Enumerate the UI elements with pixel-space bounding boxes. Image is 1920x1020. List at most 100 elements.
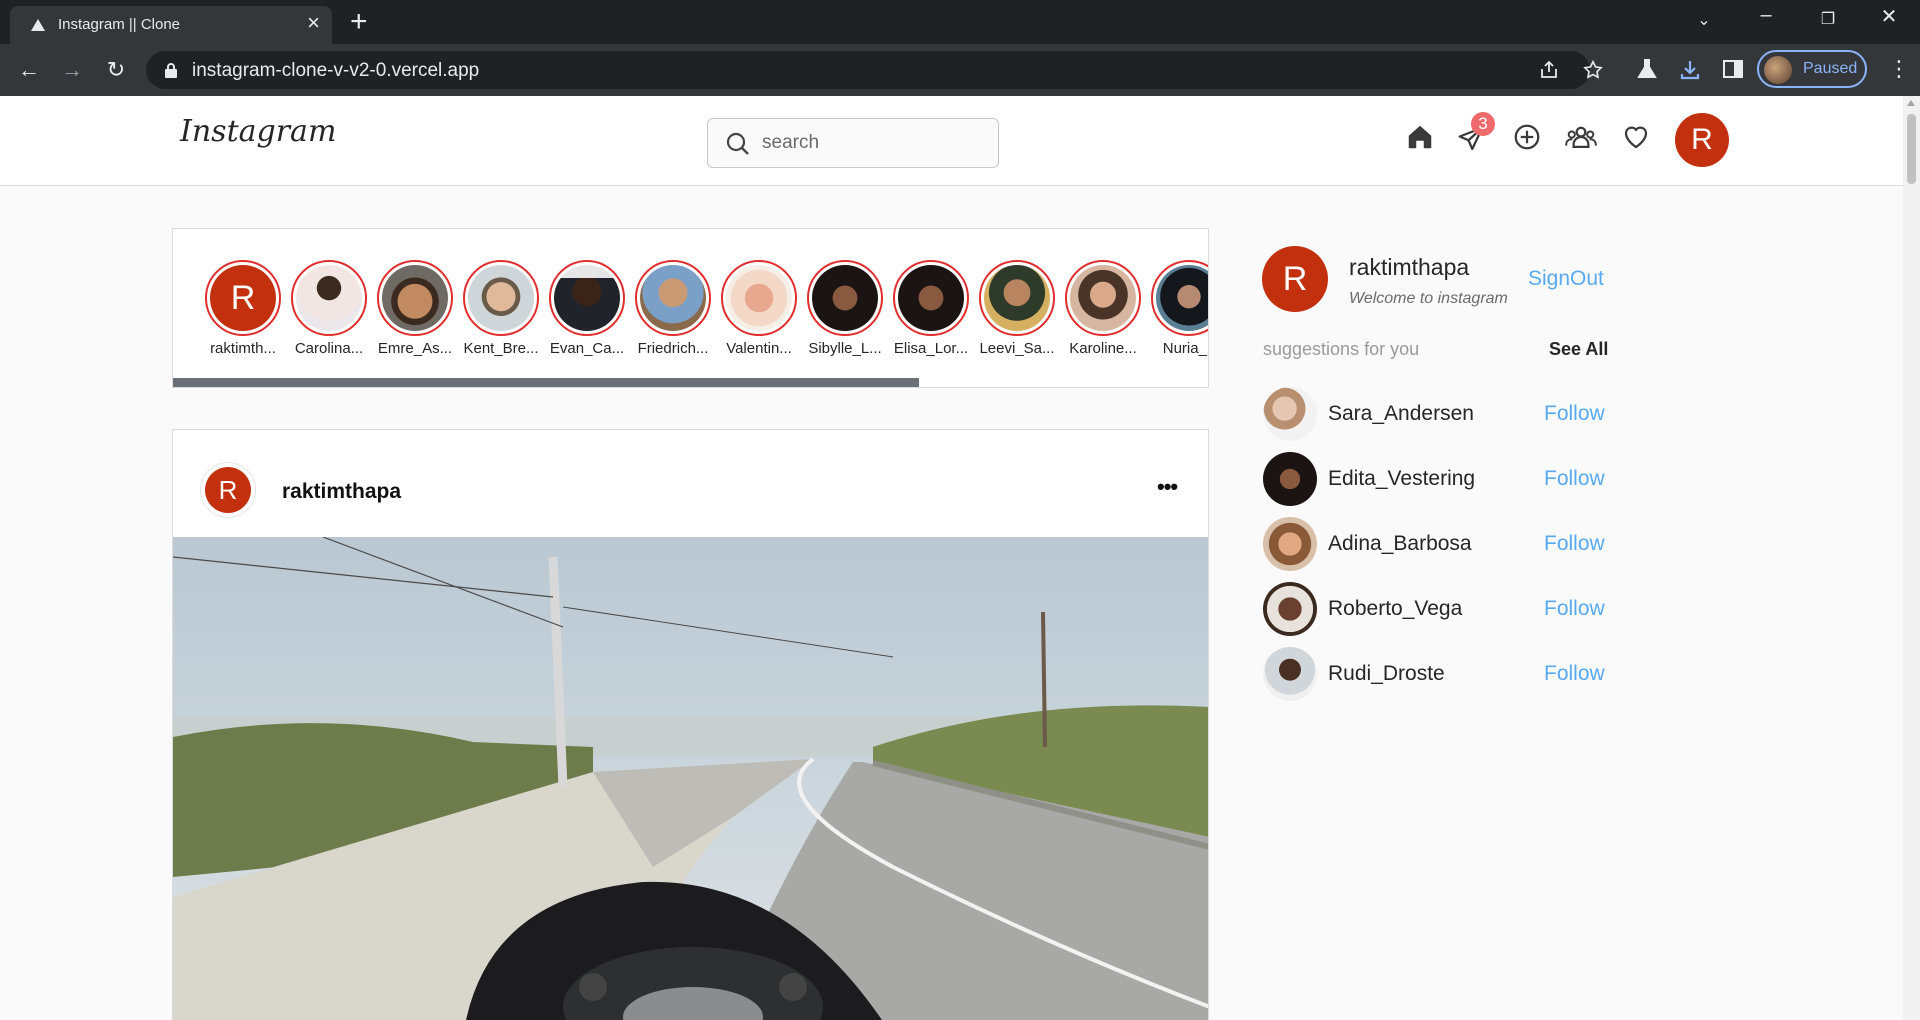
- share-icon[interactable]: [1538, 59, 1560, 81]
- see-all-button[interactable]: See All: [1549, 339, 1608, 360]
- search-placeholder: search: [762, 132, 820, 153]
- search-icon: [726, 132, 749, 155]
- profile-status: Paused: [1803, 60, 1858, 77]
- sidebar-username[interactable]: raktimthapa: [1349, 254, 1469, 281]
- story-name: Elisa_Lor...: [893, 340, 969, 357]
- site-header: Instagram search 3 R: [0, 96, 1903, 186]
- address-bar[interactable]: instagram-clone-v-v2-0.vercel.app: [146, 51, 1603, 89]
- suggestion-item: Sara_Andersen Follow: [1263, 387, 1613, 445]
- story-avatar: [1156, 265, 1208, 331]
- follow-button[interactable]: Follow: [1544, 597, 1605, 621]
- reload-icon[interactable]: ↻: [100, 56, 132, 84]
- story-ring: [463, 260, 539, 336]
- people-icon[interactable]: [1565, 122, 1597, 152]
- follow-button[interactable]: Follow: [1544, 402, 1605, 426]
- follow-button[interactable]: Follow: [1544, 662, 1605, 686]
- search-input[interactable]: search: [707, 118, 999, 168]
- suggestion-avatar[interactable]: [1263, 647, 1317, 701]
- suggestion-item: Adina_Barbosa Follow: [1263, 517, 1613, 575]
- story-ring: [549, 260, 625, 336]
- header-avatar[interactable]: R: [1675, 113, 1729, 167]
- story-avatar: R: [210, 265, 276, 331]
- story-ring: R: [205, 260, 281, 336]
- post-avatar-letter: R: [205, 467, 251, 513]
- story-avatar: [296, 265, 362, 331]
- minimize-icon[interactable]: –: [1743, 4, 1789, 27]
- window-close-icon[interactable]: ✕: [1866, 4, 1912, 29]
- tab-close-icon[interactable]: ×: [307, 12, 320, 34]
- post-avatar[interactable]: R: [200, 462, 256, 518]
- story-ring: [893, 260, 969, 336]
- story-avatar: [726, 265, 792, 331]
- post-username[interactable]: raktimthapa: [282, 480, 401, 504]
- back-icon[interactable]: ←: [13, 56, 45, 84]
- sidebar-avatar[interactable]: R: [1262, 246, 1328, 312]
- story-name: Sibylle_L...: [808, 340, 882, 357]
- suggestion-name[interactable]: Adina_Barbosa: [1328, 532, 1472, 556]
- follow-button[interactable]: Follow: [1544, 467, 1605, 491]
- story-name: Evan_Ca...: [549, 340, 625, 357]
- story-name: Valentin...: [726, 340, 792, 357]
- suggestion-item: Rudi_Droste Follow: [1263, 647, 1613, 705]
- browser-tab[interactable]: Instagram || Clone ×: [10, 6, 332, 44]
- story-ring: [291, 260, 367, 336]
- story-avatar: [898, 265, 964, 331]
- restore-icon[interactable]: ❐: [1805, 9, 1851, 29]
- suggestion-name[interactable]: Rudi_Droste: [1328, 662, 1445, 686]
- suggestion-name[interactable]: Sara_Andersen: [1328, 402, 1474, 426]
- story-avatar: [554, 265, 620, 331]
- story-avatar: [812, 265, 878, 331]
- suggestion-name[interactable]: Roberto_Vega: [1328, 597, 1462, 621]
- follow-button[interactable]: Follow: [1544, 532, 1605, 556]
- new-tab-icon[interactable]: +: [350, 5, 368, 39]
- browser-menu-icon[interactable]: ⋮: [1888, 58, 1910, 80]
- story-name: Leevi_Sa...: [979, 340, 1055, 357]
- browser-tab-strip: Instagram || Clone × + ⌄ – ❐ ✕: [0, 0, 1920, 44]
- page-scrollbar[interactable]: [1903, 96, 1920, 1020]
- story-name: Kent_Bre...: [463, 340, 539, 357]
- tab-title: Instagram || Clone: [58, 16, 181, 33]
- story-ring: [807, 260, 883, 336]
- suggestion-avatar[interactable]: [1263, 452, 1317, 506]
- profile-button[interactable]: Paused: [1757, 50, 1867, 88]
- tab-search-icon[interactable]: ⌄: [1681, 10, 1727, 30]
- page-viewport: Instagram search 3 R R raktimth... Carol…: [0, 96, 1920, 1020]
- instagram-logo[interactable]: Instagram: [180, 114, 336, 149]
- forward-icon[interactable]: →: [56, 56, 88, 84]
- heart-icon[interactable]: [1621, 122, 1651, 152]
- story-ring: [377, 260, 453, 336]
- story-ring: [1065, 260, 1141, 336]
- side-panel-icon[interactable]: [1722, 58, 1744, 80]
- lock-icon: [165, 63, 177, 78]
- suggestions-heading: suggestions for you: [1263, 339, 1420, 359]
- labs-flask-icon[interactable]: [1636, 58, 1658, 80]
- scrollbar-thumb[interactable]: [1907, 114, 1916, 184]
- sidebar-welcome: Welcome to instagram: [1349, 290, 1508, 307]
- suggestion-name[interactable]: Edita_Vestering: [1328, 467, 1475, 491]
- suggestion-item: Roberto_Vega Follow: [1263, 582, 1613, 640]
- stories-bar: R raktimth... Carolina... Emre_As... Ken…: [172, 228, 1209, 388]
- story-name: Nuria_L: [1162, 340, 1208, 357]
- story-avatar: [640, 265, 706, 331]
- scroll-up-icon[interactable]: [1907, 100, 1915, 106]
- suggestion-avatar[interactable]: [1263, 387, 1317, 441]
- message-badge: 3: [1471, 112, 1495, 136]
- story-ring: [1151, 260, 1208, 336]
- suggestion-avatar[interactable]: [1263, 582, 1317, 636]
- story-name: Friedrich...: [637, 340, 709, 357]
- more-options-icon[interactable]: •••: [1157, 474, 1178, 500]
- post-card: R raktimthapa •••: [172, 429, 1209, 1020]
- browser-toolbar: ← → ↻ instagram-clone-v-v2-0.vercel.app …: [0, 44, 1920, 96]
- story-avatar: [468, 265, 534, 331]
- stories-scrollbar[interactable]: [173, 378, 919, 387]
- story-name: Carolina...: [294, 340, 364, 357]
- story-name: Emre_As...: [377, 340, 453, 357]
- download-icon[interactable]: [1678, 58, 1702, 82]
- home-icon[interactable]: [1405, 122, 1435, 152]
- story-ring: [635, 260, 711, 336]
- signout-button[interactable]: SignOut: [1528, 267, 1604, 291]
- bookmark-star-icon[interactable]: [1582, 59, 1604, 81]
- suggestion-avatar[interactable]: [1263, 517, 1317, 571]
- add-circle-icon[interactable]: [1512, 122, 1542, 152]
- vercel-favicon-icon: [31, 19, 45, 31]
